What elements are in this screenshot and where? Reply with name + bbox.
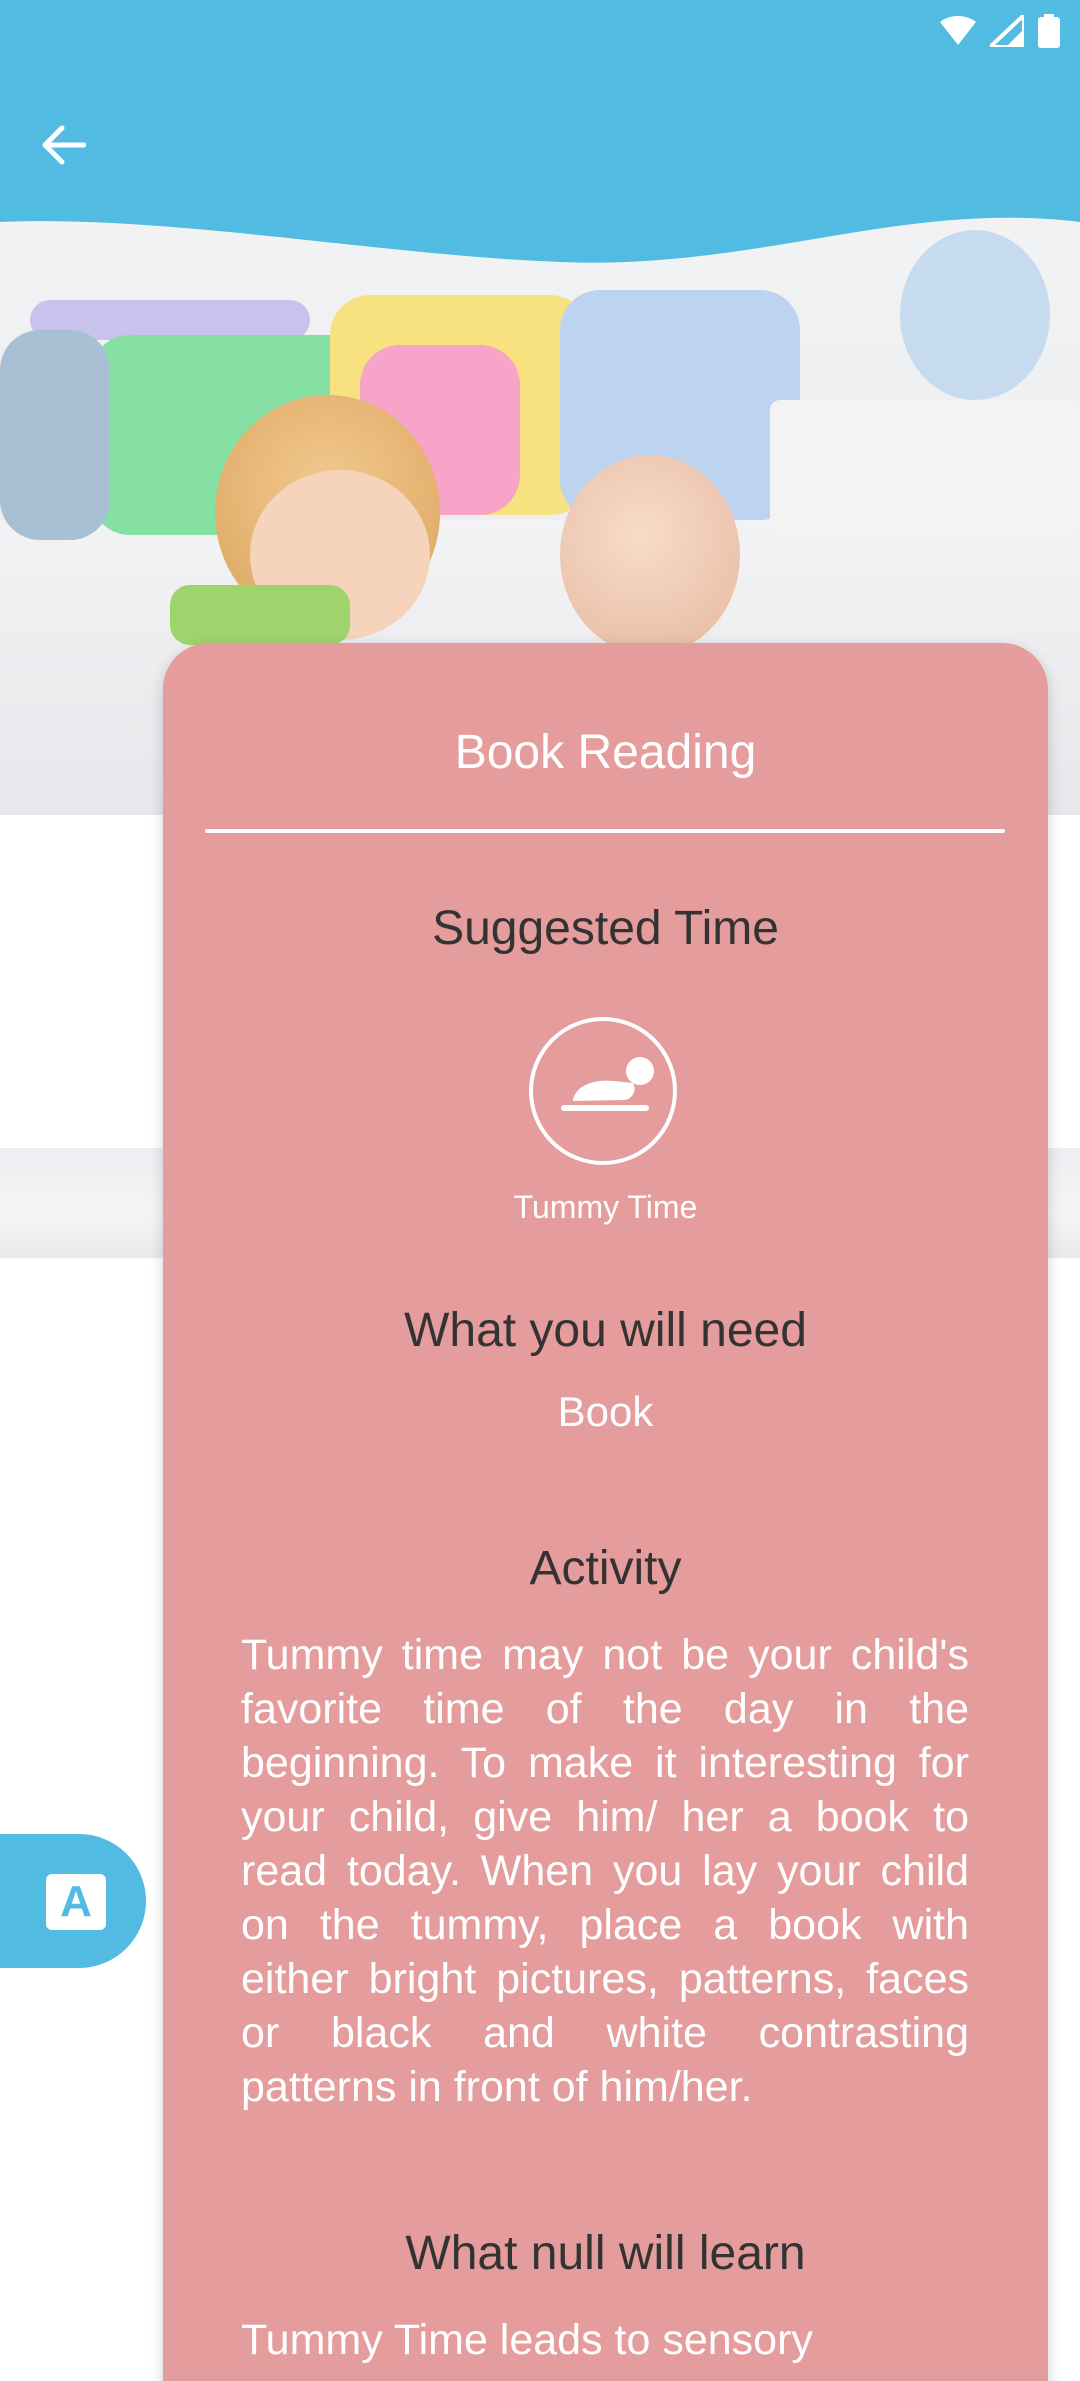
suggested-time-heading: Suggested Time	[432, 902, 779, 955]
activity-heading: Activity	[529, 1542, 682, 1595]
activity-title: Book Reading	[454, 726, 757, 779]
tummy-time-icon	[529, 1017, 677, 1165]
title-divider	[205, 829, 1005, 833]
translate-button[interactable]: A	[0, 1834, 146, 1968]
what-will-learn-heading: What null will learn	[405, 2227, 806, 2280]
suggested-time-label: Tummy Time	[513, 1189, 698, 1225]
activity-card: Book Reading Suggested Time Tummy Time W…	[163, 643, 1048, 2381]
wifi-icon	[940, 16, 976, 45]
app-header	[0, 0, 1080, 270]
activity-detail-screen: Book Reading Suggested Time Tummy Time W…	[0, 0, 1080, 2381]
header-wave	[0, 0, 1080, 263]
back-button[interactable]	[28, 110, 98, 180]
what-will-learn-description: Tummy Time leads to sensory	[241, 2316, 813, 2364]
status-bar	[940, 14, 1060, 48]
signal-icon	[990, 15, 1024, 47]
arrow-left-icon	[42, 125, 86, 165]
what-you-need-heading: What you will need	[404, 1304, 807, 1357]
translate-icon: A	[46, 1874, 106, 1930]
battery-icon	[1038, 14, 1060, 48]
activity-description: Tummy time may not be your child's favor…	[241, 1631, 969, 2111]
what-you-need-value: Book	[557, 1388, 654, 1435]
